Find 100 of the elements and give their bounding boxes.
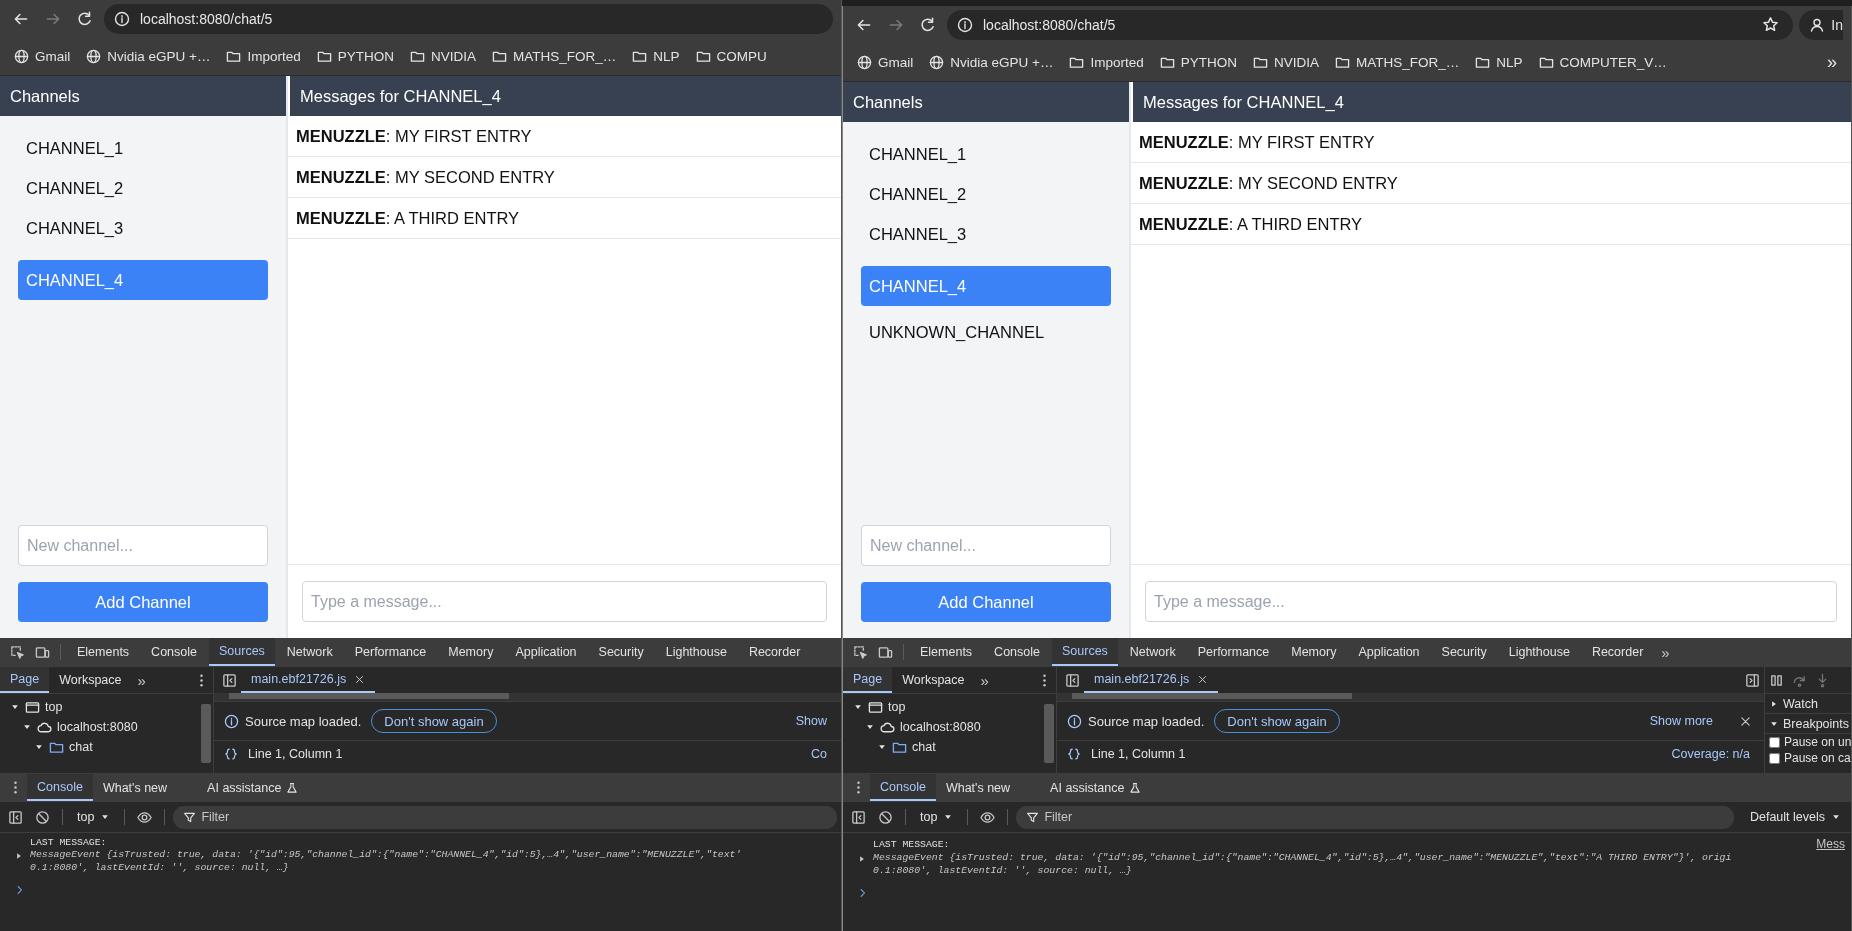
scrollbar[interactable] — [229, 693, 509, 699]
devtools-tab[interactable]: Sources — [1052, 638, 1118, 666]
braces-icon[interactable] — [224, 747, 238, 761]
devtools-tab[interactable]: Performance — [344, 638, 437, 666]
devtools-tab[interactable]: Application — [505, 638, 587, 666]
channel-item[interactable]: CHANNEL_1 — [18, 128, 268, 168]
bookmark[interactable]: MATHS_FOR_… — [486, 44, 623, 68]
drawer-tab[interactable]: What's new — [92, 774, 178, 801]
devtools-tab[interactable]: Lighthouse — [1498, 638, 1580, 666]
bookmark[interactable]: Gmail — [851, 50, 920, 74]
close-icon[interactable] — [1739, 714, 1752, 728]
channel-item[interactable]: CHANNEL_2 — [861, 174, 1111, 214]
levels-selector[interactable]: Default levels — [1743, 810, 1847, 824]
devtools-tab[interactable]: Application — [1348, 638, 1430, 666]
navigator-tab[interactable]: Page — [0, 667, 50, 693]
bookmark[interactable]: NLP — [626, 44, 686, 68]
add-channel-button[interactable]: Add Channel — [861, 582, 1111, 622]
bookmark[interactable]: MATHS_FOR_… — [1329, 50, 1466, 74]
bookmark[interactable]: Imported — [220, 44, 307, 68]
tree-item[interactable]: chat — [34, 737, 199, 757]
drawer-tab[interactable]: AI assistance — [1040, 774, 1152, 801]
more-tabs-button[interactable]: » — [1655, 643, 1676, 661]
scrollbar[interactable] — [201, 704, 211, 763]
channel-item[interactable]: CHANNEL_4 — [18, 260, 268, 300]
devtools-tab[interactable]: Security — [1431, 638, 1497, 666]
coverage-link[interactable]: Co — [811, 747, 827, 761]
star-icon[interactable] — [1762, 16, 1780, 33]
devtools-tab[interactable]: Elements — [910, 638, 983, 666]
new-channel-field[interactable]: New channel... — [18, 525, 268, 566]
channel-item[interactable]: CHANNEL_4 — [861, 266, 1111, 306]
devtools-tab[interactable]: Network — [276, 638, 343, 666]
info-icon[interactable] — [957, 16, 973, 33]
tree-item[interactable]: localhost:8080 — [22, 717, 199, 737]
channel-item[interactable]: UNKNOWN_CHANNEL — [861, 312, 1111, 352]
show-more-link[interactable]: Show more — [1649, 714, 1713, 728]
bookmark[interactable]: PYTHON — [310, 44, 400, 68]
checkbox[interactable] — [1769, 736, 1780, 748]
devtools-tab[interactable]: Sources — [209, 638, 275, 666]
more-tabs-button[interactable]: » — [131, 671, 152, 689]
tree-item[interactable]: localhost:8080 — [865, 717, 1042, 737]
bookmark[interactable]: Nvidia eGPU +… — [923, 50, 1060, 74]
drawer-tab[interactable]: What's new — [935, 774, 1021, 801]
bookmark[interactable]: NVIDIA — [404, 44, 482, 68]
section-header[interactable]: Breakpoints — [1765, 714, 1851, 734]
section-header[interactable]: Watch — [1765, 694, 1851, 714]
bookmark[interactable]: COMPUTER_V… — [1532, 50, 1673, 74]
coverage-link[interactable]: Coverage: n/a — [1671, 747, 1750, 761]
scrollbar[interactable] — [1044, 704, 1054, 763]
more-tabs-button[interactable]: » — [974, 671, 995, 689]
bookmark[interactable]: PYTHON — [1153, 50, 1243, 74]
filter-field[interactable]: Filter — [173, 805, 837, 829]
bookmark[interactable]: Imported — [1063, 50, 1150, 74]
devtools-tab[interactable]: Recorder — [738, 638, 811, 666]
close-icon[interactable] — [354, 673, 366, 685]
tree-item[interactable]: top — [10, 697, 199, 717]
source-link[interactable]: Mess — [1816, 837, 1845, 851]
braces-icon[interactable] — [1067, 747, 1081, 761]
navigator-tab[interactable]: Workspace — [892, 667, 975, 693]
more-bookmarks-button[interactable]: » — [1821, 51, 1843, 73]
channel-item[interactable]: CHANNEL_3 — [861, 214, 1111, 254]
devtools-tab[interactable]: Recorder — [1581, 638, 1654, 666]
message-field[interactable]: Type a message... — [302, 581, 827, 622]
scrollbar[interactable] — [1072, 693, 1352, 699]
show-more-link[interactable]: Show — [795, 714, 827, 728]
add-channel-button[interactable]: Add Channel — [18, 582, 268, 622]
drawer-tab[interactable]: Console — [27, 774, 93, 801]
new-channel-field[interactable]: New channel... — [861, 525, 1111, 566]
tree-item[interactable]: top — [853, 697, 1042, 717]
navigator-tab[interactable]: Page — [843, 667, 893, 693]
channel-item[interactable]: CHANNEL_3 — [18, 208, 268, 248]
bookmark[interactable]: COMPU — [689, 44, 773, 68]
context-selector[interactable]: top — [71, 810, 117, 824]
bookmark[interactable]: NLP — [1469, 50, 1529, 74]
filter-field[interactable]: Filter — [1016, 805, 1734, 829]
channel-item[interactable]: CHANNEL_1 — [861, 134, 1111, 174]
devtools-tab[interactable]: Performance — [1187, 638, 1280, 666]
bookmark[interactable]: Nvidia eGPU +… — [80, 44, 217, 68]
tree-item[interactable]: chat — [877, 737, 1042, 757]
close-icon[interactable] — [1197, 673, 1209, 685]
bookmark[interactable]: NVIDIA — [1247, 50, 1325, 74]
address-bar[interactable]: localhost:8080/chat/5 — [104, 3, 833, 34]
drawer-tab[interactable]: AI assistance — [197, 774, 309, 801]
checkbox[interactable] — [1769, 752, 1780, 764]
devtools-tab[interactable]: Memory — [1281, 638, 1347, 666]
address-bar[interactable]: localhost:8080/chat/5 — [947, 9, 1794, 40]
devtools-tab[interactable]: Memory — [438, 638, 504, 666]
channel-item[interactable]: CHANNEL_2 — [18, 168, 268, 208]
devtools-tab[interactable]: Network — [1119, 638, 1186, 666]
context-selector[interactable]: top — [914, 810, 960, 824]
devtools-tab[interactable]: Security — [588, 638, 654, 666]
profile-chip[interactable]: In — [1799, 9, 1843, 40]
navigator-tab[interactable]: Workspace — [49, 667, 132, 693]
devtools-tab[interactable]: Console — [984, 638, 1050, 666]
devtools-tab[interactable]: Elements — [67, 638, 140, 666]
devtools-tab[interactable]: Lighthouse — [655, 638, 737, 666]
info-icon[interactable] — [114, 10, 130, 27]
devtools-tab[interactable]: Console — [141, 638, 207, 666]
message-field[interactable]: Type a message... — [1145, 581, 1837, 622]
drawer-tab[interactable]: Console — [870, 774, 936, 801]
bookmark[interactable]: Gmail — [8, 44, 77, 68]
